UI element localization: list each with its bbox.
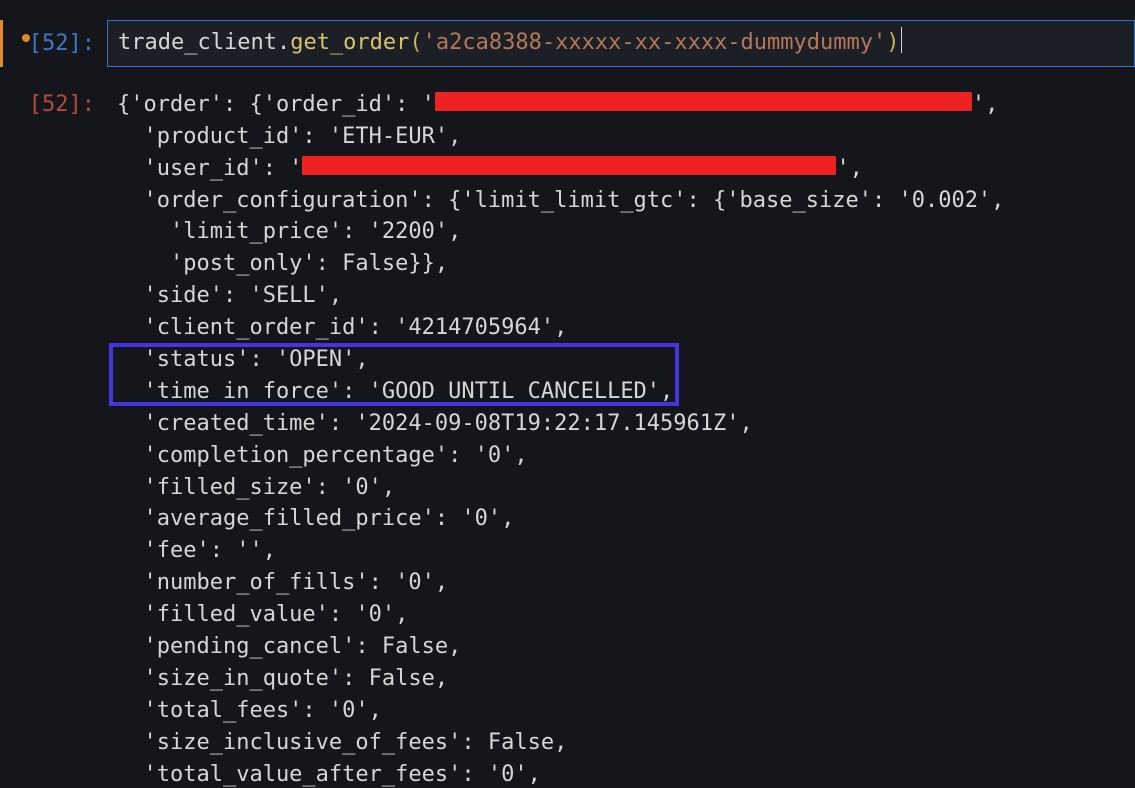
output-text: {'order': {'order_id': '', 'product_id':…	[107, 81, 1135, 788]
code-editor[interactable]: trade_client.get_order('a2ca8388-xxxxx-x…	[107, 20, 1135, 67]
input-prompt-label: [52]:	[29, 31, 95, 56]
code-cell[interactable]: [52]: trade_client.get_order('a2ca8388-x…	[0, 20, 1135, 67]
notebook-root: [52]: trade_client.get_order('a2ca8388-x…	[0, 0, 1135, 788]
code-object-token: trade_client	[118, 30, 277, 55]
output-prompt: [52]:	[3, 81, 107, 788]
modified-indicator-icon	[22, 34, 30, 42]
code-method-token: get_order	[290, 30, 409, 55]
output-cell: [52]: {'order': {'order_id': '', 'produc…	[0, 81, 1135, 788]
input-prompt: [52]:	[3, 20, 107, 67]
redacted-order-id	[435, 92, 972, 111]
text-cursor-icon	[901, 27, 902, 52]
output-prompt-label: [52]:	[29, 92, 95, 117]
code-string-token: 'a2ca8388-xxxxx-xx-xxxx-dummydummy'	[423, 30, 887, 55]
redacted-user-id	[302, 156, 836, 175]
